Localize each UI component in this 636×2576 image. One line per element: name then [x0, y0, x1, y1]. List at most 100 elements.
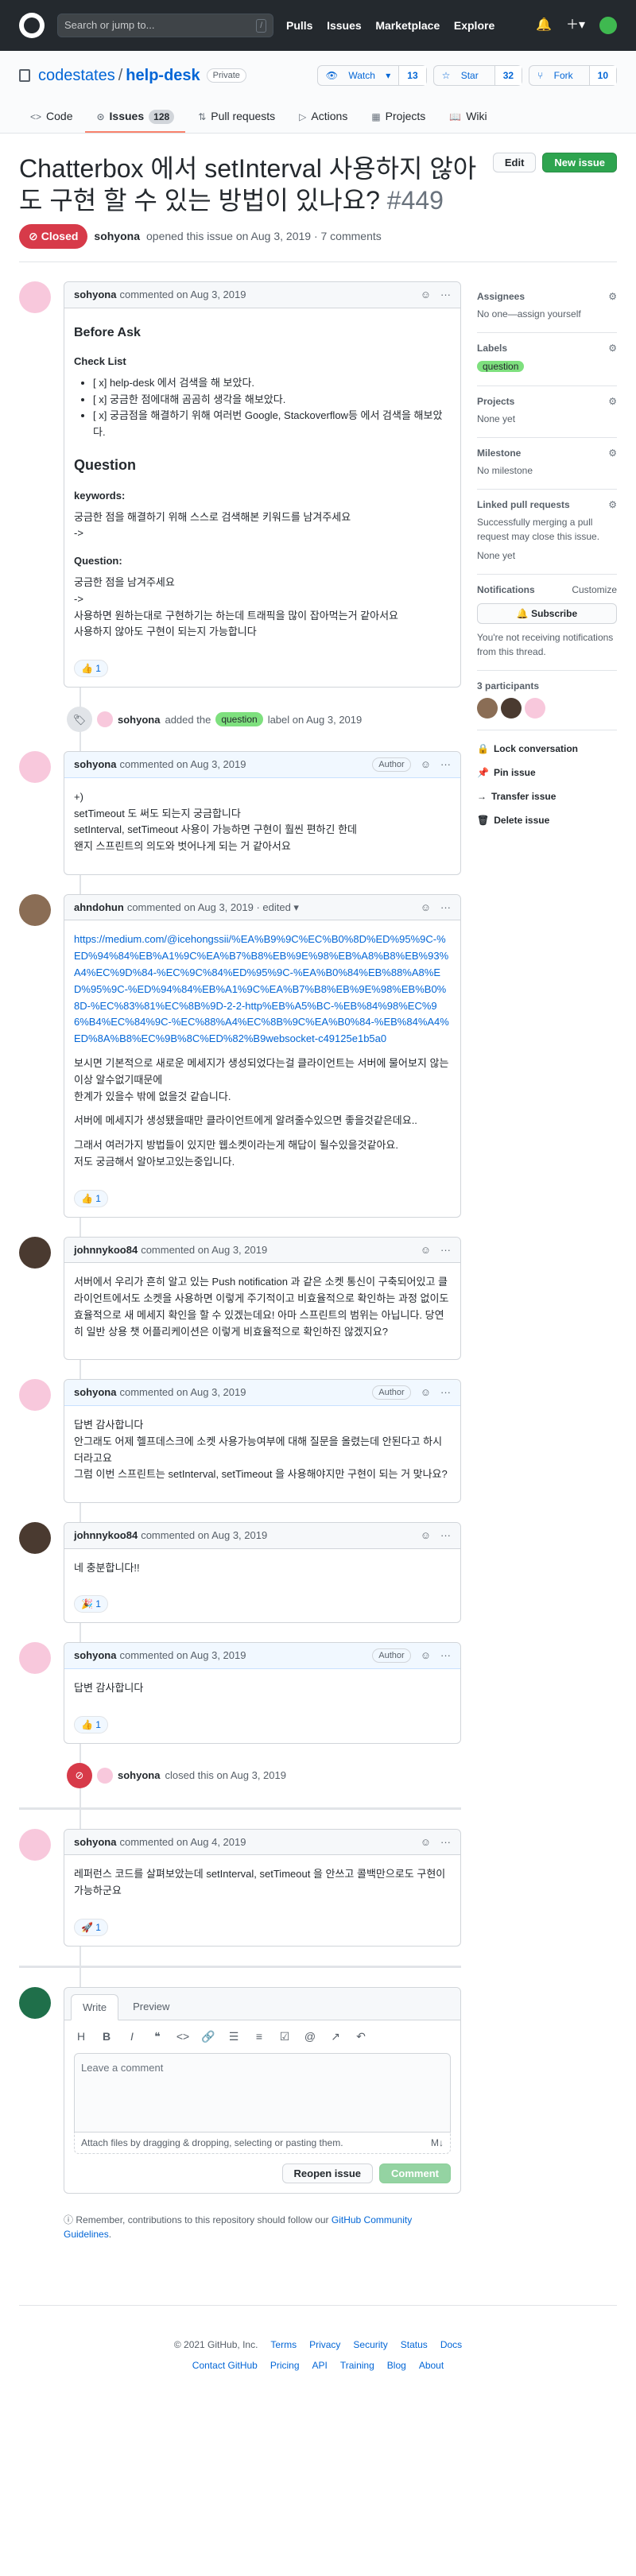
reaction-rocket[interactable]: 🚀 1 — [74, 1918, 108, 1936]
heading-icon[interactable]: H — [74, 2028, 88, 2045]
delete-issue-button[interactable]: 🗑 Delete issue — [477, 808, 617, 832]
task-list-icon[interactable]: ☑ — [277, 2028, 292, 2045]
footer-pricing[interactable]: Pricing — [270, 2358, 300, 2373]
mention-icon[interactable]: @ — [303, 2028, 317, 2045]
comment-button[interactable]: Comment — [379, 2163, 451, 2184]
footer-privacy[interactable]: Privacy — [309, 2338, 340, 2352]
nav-issues[interactable]: Issues — [327, 19, 362, 32]
smiley-icon[interactable]: ☺ — [421, 900, 431, 916]
new-issue-button[interactable]: New issue — [542, 153, 617, 172]
tab-code[interactable]: <> Code — [19, 102, 83, 133]
attach-files-area[interactable]: Attach files by dragging & dropping, sel… — [74, 2132, 451, 2155]
repo-owner-link[interactable]: codestates — [38, 64, 115, 87]
tab-actions[interactable]: ▷ Actions — [288, 102, 359, 133]
avatar[interactable] — [477, 697, 498, 719]
smiley-icon[interactable]: ☺ — [421, 1242, 431, 1258]
avatar[interactable] — [501, 697, 522, 719]
lock-conversation-button[interactable]: 🔒 Lock conversation — [477, 737, 617, 761]
italic-icon[interactable]: I — [125, 2028, 139, 2045]
tab-write[interactable]: Write — [71, 1993, 119, 2021]
github-logo-icon[interactable] — [19, 13, 45, 38]
comment-textarea[interactable]: Leave a comment — [74, 2053, 451, 2133]
smiley-icon[interactable]: ☺ — [421, 1385, 431, 1400]
footer-training[interactable]: Training — [340, 2358, 374, 2373]
footer-status[interactable]: Status — [401, 2338, 428, 2352]
avatar[interactable] — [97, 1767, 113, 1784]
kebab-icon[interactable]: ··· — [440, 1385, 451, 1400]
avatar[interactable] — [19, 751, 51, 784]
gear-icon[interactable]: ⚙ — [608, 446, 617, 460]
footer-about[interactable]: About — [419, 2358, 444, 2373]
reaction-thumbs-up[interactable]: 👍 1 — [74, 1715, 108, 1733]
plus-icon[interactable]: ＋▾ — [566, 16, 585, 35]
reopen-issue-button[interactable]: Reopen issue — [281, 2163, 374, 2184]
kebab-icon[interactable]: ··· — [440, 900, 451, 916]
bell-icon[interactable]: 🔔 — [536, 16, 552, 35]
numbered-list-icon[interactable]: ≡ — [252, 2028, 266, 2045]
footer-blog[interactable]: Blog — [387, 2358, 406, 2373]
label-question[interactable]: question — [477, 361, 525, 372]
footer-security[interactable]: Security — [353, 2338, 387, 2352]
footer-terms[interactable]: Terms — [270, 2338, 297, 2352]
pin-issue-button[interactable]: 📌 Pin issue — [477, 761, 617, 784]
smiley-icon[interactable]: ☺ — [421, 287, 431, 303]
star-button[interactable]: ☆ Star 32 — [432, 65, 523, 86]
quote-icon[interactable]: ❝ — [150, 2028, 165, 2045]
subscribe-button[interactable]: 🔔 Subscribe — [477, 602, 617, 624]
gear-icon[interactable]: ⚙ — [608, 498, 617, 512]
repo-name-link[interactable]: help-desk — [126, 67, 200, 84]
nav-marketplace[interactable]: Marketplace — [375, 19, 440, 32]
avatar[interactable] — [19, 893, 51, 926]
avatar[interactable] — [525, 697, 545, 719]
avatar[interactable] — [19, 1379, 51, 1412]
tab-preview[interactable]: Preview — [122, 1994, 180, 2020]
tab-issues[interactable]: ⊙ Issues 128 — [85, 102, 186, 133]
transfer-issue-button[interactable]: → Transfer issue — [477, 784, 617, 808]
kebab-icon[interactable]: ··· — [440, 287, 451, 303]
reply-icon[interactable]: ↶ — [354, 2028, 368, 2045]
avatar[interactable] — [97, 711, 113, 728]
smiley-icon[interactable]: ☺ — [421, 1648, 431, 1664]
code-icon[interactable]: <> — [176, 2028, 190, 2045]
smiley-icon[interactable]: ☺ — [421, 1528, 431, 1544]
bullet-list-icon[interactable]: ☰ — [227, 2028, 241, 2045]
bold-icon[interactable]: B — [99, 2028, 114, 2045]
kebab-icon[interactable]: ··· — [440, 1648, 451, 1664]
avatar[interactable] — [19, 1522, 51, 1555]
reaction-thumbs-up[interactable]: 👍 1 — [74, 1189, 108, 1207]
kebab-icon[interactable]: ··· — [440, 1834, 451, 1850]
avatar[interactable] — [19, 281, 51, 313]
tab-projects[interactable]: ▦ Projects — [360, 102, 436, 133]
edit-button[interactable]: Edit — [492, 153, 537, 172]
footer-docs[interactable]: Docs — [440, 2338, 462, 2352]
kebab-icon[interactable]: ··· — [440, 1242, 451, 1258]
issue-author[interactable]: sohyona — [94, 228, 140, 245]
kebab-icon[interactable]: ··· — [440, 757, 451, 773]
kebab-icon[interactable]: ··· — [440, 1528, 451, 1544]
smiley-icon[interactable]: ☺ — [421, 757, 431, 773]
fork-button[interactable]: ⑂ Fork 10 — [529, 65, 617, 86]
gear-icon[interactable]: ⚙ — [608, 289, 617, 304]
avatar[interactable] — [19, 1236, 51, 1269]
watch-button[interactable]: 👁 Watch ▾ 13 — [316, 65, 427, 86]
customize-link[interactable]: Customize — [572, 583, 617, 597]
search-input[interactable]: Search or jump to... / — [57, 14, 273, 37]
avatar[interactable] — [19, 1642, 51, 1675]
tab-pull-requests[interactable]: ⇅ Pull requests — [187, 102, 286, 133]
nav-pulls[interactable]: Pulls — [286, 19, 312, 32]
nav-explore[interactable]: Explore — [454, 19, 494, 32]
footer-api[interactable]: API — [312, 2358, 328, 2373]
link-icon[interactable]: 🔗 — [201, 2028, 215, 2045]
reaction-tada[interactable]: 🎉 1 — [74, 1595, 108, 1613]
smiley-icon[interactable]: ☺ — [421, 1834, 431, 1850]
gear-icon[interactable]: ⚙ — [608, 341, 617, 355]
tab-wiki[interactable]: 📖 Wiki — [438, 102, 498, 133]
reference-icon[interactable]: ↗ — [328, 2028, 343, 2045]
medium-link[interactable]: https://medium.com/@icehongssii/%EA%B9%9… — [74, 933, 449, 1044]
avatar[interactable] — [599, 17, 617, 34]
reaction-thumbs-up[interactable]: 👍 1 — [74, 660, 108, 678]
assign-yourself-link[interactable]: No one—assign yourself — [477, 307, 617, 321]
footer-contact[interactable]: Contact GitHub — [192, 2358, 258, 2373]
avatar[interactable] — [19, 1828, 51, 1861]
gear-icon[interactable]: ⚙ — [608, 394, 617, 409]
